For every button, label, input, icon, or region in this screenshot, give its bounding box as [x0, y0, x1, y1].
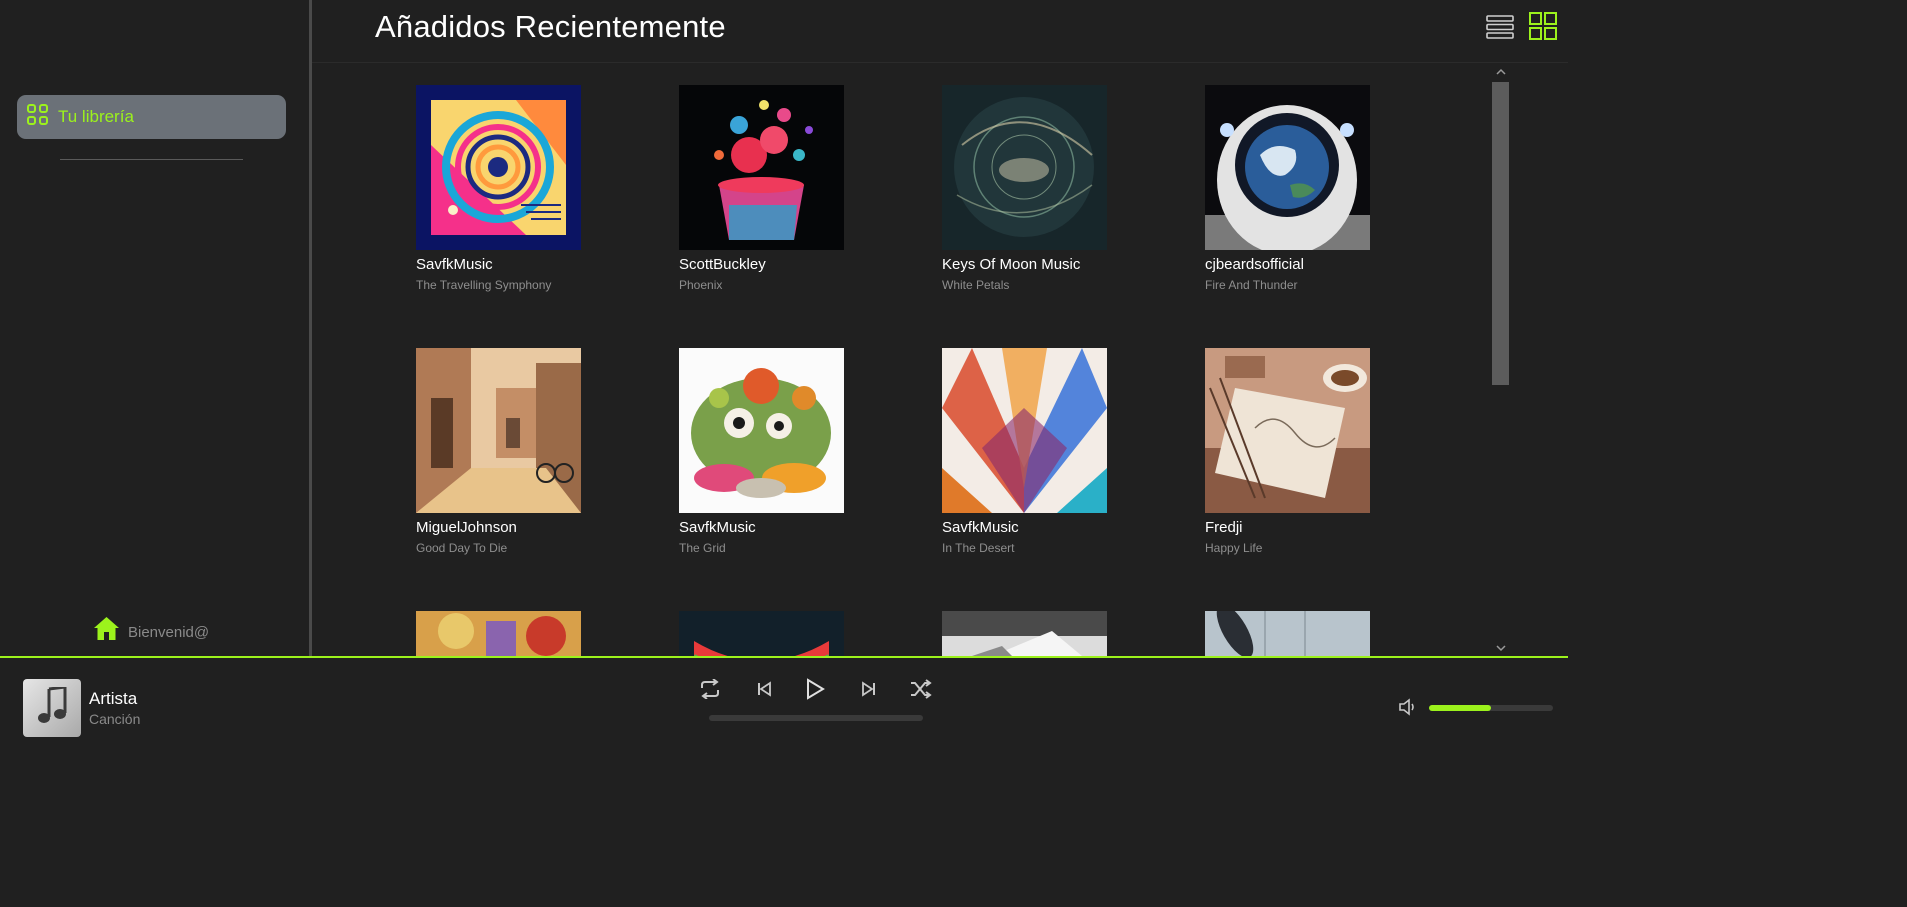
- album-cover[interactable]: [416, 611, 581, 656]
- album-cover[interactable]: [1205, 611, 1370, 656]
- sidebar-divider: [60, 159, 243, 160]
- album-card[interactable]: Fredji Happy Life: [1205, 348, 1370, 555]
- album-artist: ScottBuckley: [679, 256, 766, 273]
- music-note-icon: [37, 684, 67, 730]
- album-artist: Keys Of Moon Music: [942, 256, 1081, 273]
- list-view-icon: [1486, 15, 1514, 43]
- previous-button[interactable]: [752, 679, 776, 703]
- list-view-button[interactable]: [1486, 15, 1514, 39]
- album-title: Good Day To Die: [416, 541, 508, 555]
- album-cover[interactable]: [416, 85, 581, 250]
- play-button[interactable]: [803, 677, 827, 705]
- album-artist: cjbeardsofficial: [1205, 256, 1304, 273]
- album-artist: SavfkMusic: [679, 519, 756, 536]
- album-card[interactable]: SavfkMusic The Travelling Symphony: [416, 85, 581, 292]
- album-artist: SavfkMusic: [416, 256, 493, 273]
- album-artist: SavfkMusic: [942, 519, 1019, 536]
- album-card[interactable]: SavfkMusic The Grid: [679, 348, 844, 555]
- album-title: The Travelling Symphony: [416, 278, 552, 292]
- album-card[interactable]: Keys Of Moon Music White Petals: [942, 85, 1107, 292]
- home-icon: [93, 616, 120, 646]
- sidebar: Tu librería Bienvenid@: [0, 0, 309, 656]
- album-artist: Fredji: [1205, 519, 1243, 536]
- album-cover[interactable]: [942, 85, 1107, 250]
- album-title: In The Desert: [942, 541, 1015, 555]
- volume-button[interactable]: [1398, 697, 1418, 717]
- album-card[interactable]: [942, 611, 1107, 656]
- skip-next-icon: [861, 680, 877, 702]
- grid-view-button[interactable]: [1529, 12, 1557, 40]
- now-playing-artist: Artista: [89, 689, 138, 708]
- grid-view-icon: [1529, 12, 1557, 44]
- album-card[interactable]: [1205, 611, 1370, 656]
- main-header: Añadidos Recientemente: [312, 0, 1568, 63]
- album-cover[interactable]: [942, 348, 1107, 513]
- page-title: Añadidos Recientemente: [375, 9, 726, 44]
- now-playing-song: Canción: [89, 711, 141, 727]
- welcome-label: Bienvenid@: [128, 624, 210, 641]
- album-title: Phoenix: [679, 278, 723, 292]
- player-bar: Artista Canción: [0, 656, 1568, 746]
- next-button[interactable]: [857, 679, 881, 703]
- now-playing-cover: [23, 679, 81, 737]
- album-cover[interactable]: [1205, 348, 1370, 513]
- shuffle-icon: [910, 678, 932, 704]
- album-title: Fire And Thunder: [1205, 278, 1298, 292]
- album-card[interactable]: MiguelJohnson Good Day To Die: [416, 348, 581, 555]
- scroll-up-icon[interactable]: [1495, 66, 1507, 78]
- album-cover[interactable]: [679, 85, 844, 250]
- album-title: White Petals: [942, 278, 1010, 292]
- library-label: Tu librería: [58, 107, 134, 126]
- album-card[interactable]: SavfkMusic In The Desert: [942, 348, 1107, 555]
- volume-icon: [1398, 698, 1418, 721]
- album-title: Happy Life: [1205, 541, 1263, 555]
- repeat-button[interactable]: [698, 677, 722, 704]
- welcome-link[interactable]: Bienvenid@: [93, 616, 209, 646]
- grid-icon: [27, 104, 48, 130]
- album-card[interactable]: ScottBuckley Phoenix: [679, 85, 844, 292]
- scrollbar[interactable]: [1490, 64, 1512, 656]
- album-card[interactable]: [679, 611, 844, 656]
- album-artist: MiguelJohnson: [416, 519, 517, 536]
- scroll-thumb[interactable]: [1492, 82, 1509, 385]
- album-cover[interactable]: [1205, 85, 1370, 250]
- library-button[interactable]: Tu librería: [17, 95, 286, 139]
- album-grid: SavfkMusic The Travelling Symphony Scott…: [312, 64, 1490, 656]
- shuffle-button[interactable]: [909, 678, 933, 704]
- volume-slider[interactable]: [1429, 705, 1553, 711]
- album-card[interactable]: cjbeardsofficial Fire And Thunder: [1205, 85, 1370, 292]
- volume-level: [1429, 705, 1491, 711]
- progress-bar[interactable]: [709, 715, 923, 721]
- album-cover[interactable]: [679, 611, 844, 656]
- repeat-icon: [699, 677, 721, 704]
- album-cover[interactable]: [942, 611, 1107, 656]
- album-cover[interactable]: [679, 348, 844, 513]
- album-title: The Grid: [679, 541, 726, 555]
- play-icon: [805, 677, 825, 705]
- album-cover[interactable]: [416, 348, 581, 513]
- scroll-down-icon[interactable]: [1495, 642, 1507, 654]
- album-card[interactable]: [416, 611, 581, 656]
- skip-previous-icon: [756, 680, 772, 702]
